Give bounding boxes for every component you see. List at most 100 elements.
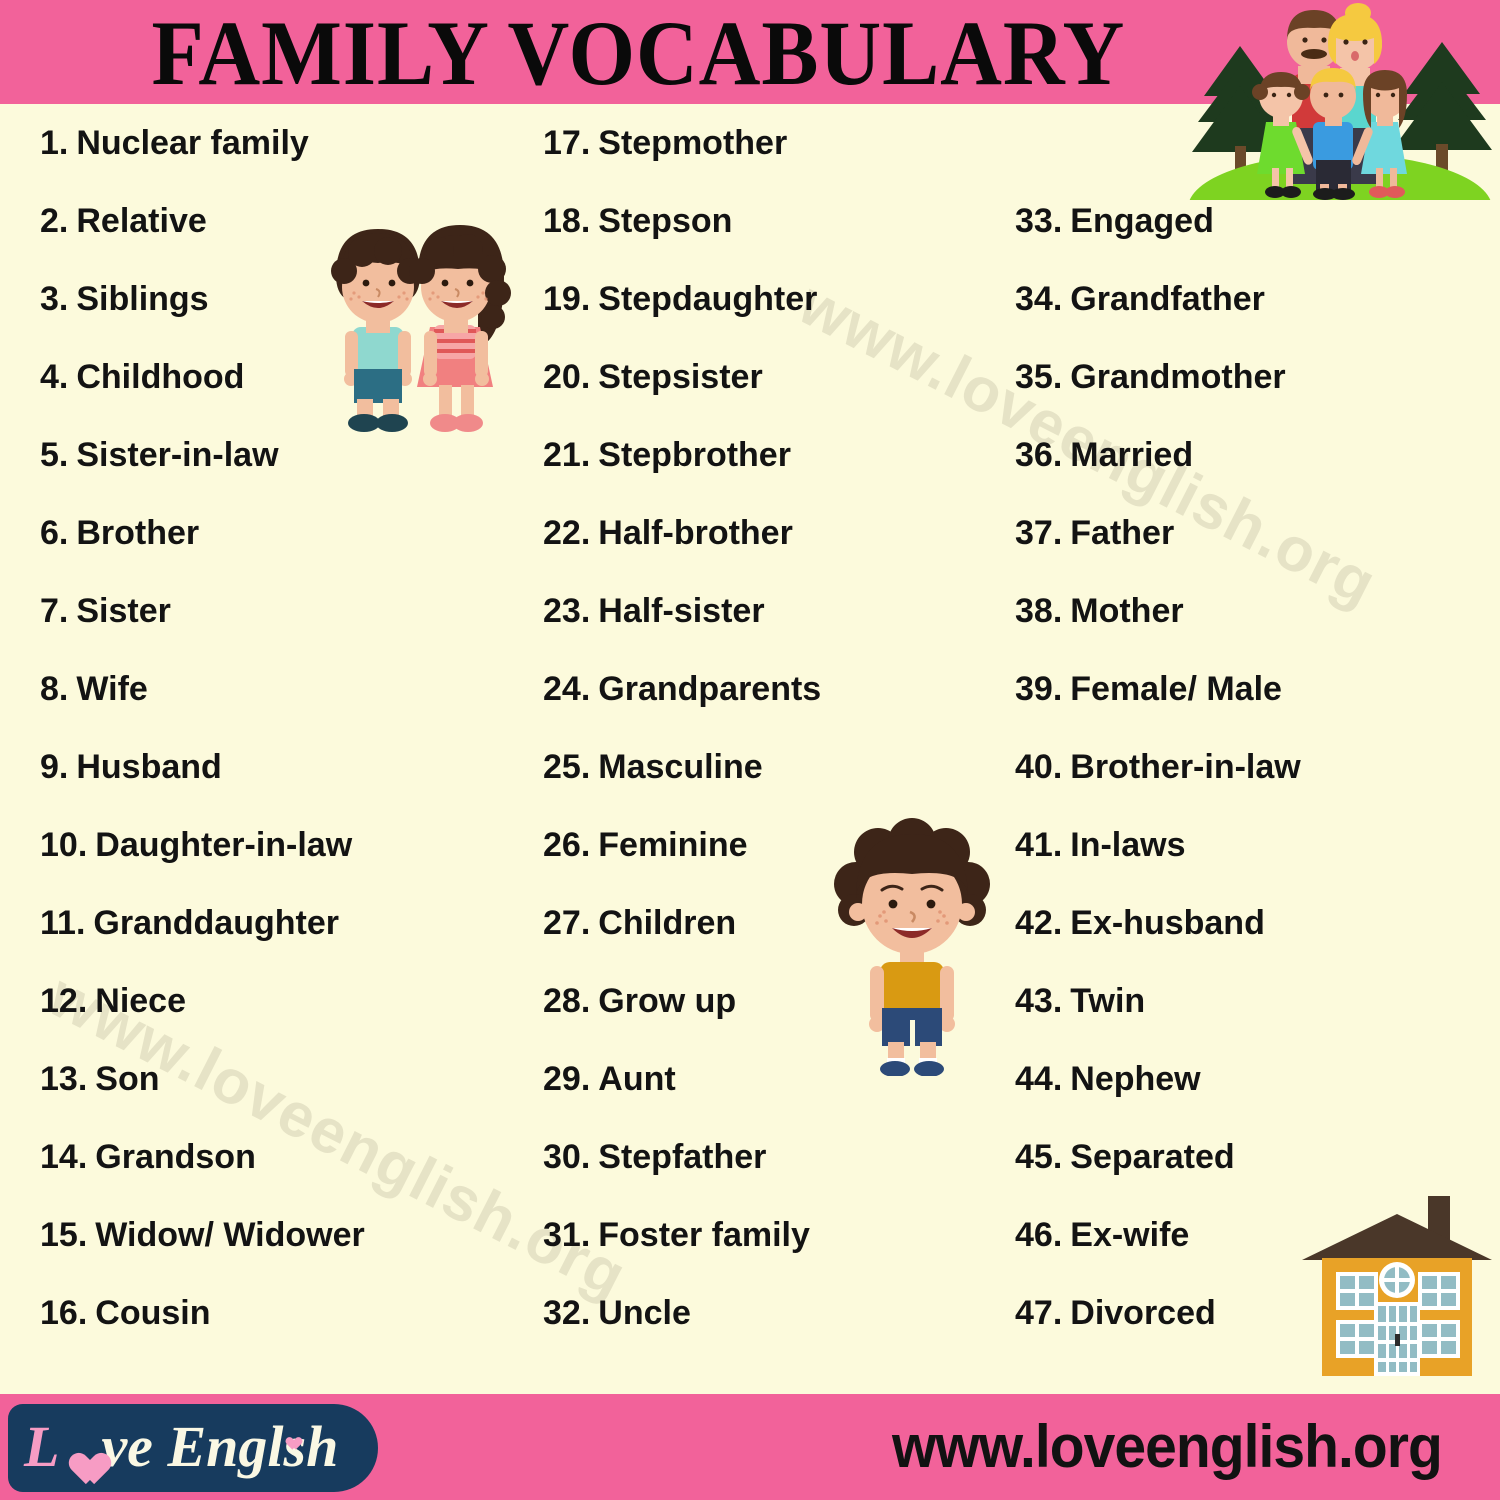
list-item: 24. Grandparents xyxy=(543,650,1003,728)
item-number: 36. xyxy=(1015,436,1063,474)
list-item: 1. Nuclear family xyxy=(40,104,530,182)
item-label: Cousin xyxy=(95,1294,211,1332)
list-item: 31. Foster family xyxy=(543,1196,1003,1274)
list-item: 35. Grandmother xyxy=(1015,338,1475,416)
item-label: Ex-wife xyxy=(1070,1216,1190,1254)
item-label: Ex-husband xyxy=(1070,904,1265,942)
item-label: Father xyxy=(1070,514,1175,552)
logo-word-english-head: Engl xyxy=(167,1414,284,1479)
item-number: 6. xyxy=(40,514,69,552)
item-label: Nephew xyxy=(1070,1060,1201,1098)
list-item: 5. Sister-in-law xyxy=(40,416,530,494)
list-item: 8. Wife xyxy=(40,650,530,728)
list-item: 38. Mother xyxy=(1015,572,1475,650)
item-number: 45. xyxy=(1015,1138,1063,1176)
item-label: Mother xyxy=(1070,592,1184,630)
item-label: Stepson xyxy=(598,202,733,240)
list-item: 15. Widow/ Widower xyxy=(40,1196,530,1274)
item-number: 34. xyxy=(1015,280,1063,318)
item-number: 1. xyxy=(40,124,69,162)
list-item: 33. Engaged xyxy=(1015,182,1475,260)
item-number: 47. xyxy=(1015,1294,1063,1332)
item-number: 7. xyxy=(40,592,69,630)
item-number: 10. xyxy=(40,826,88,864)
list-item: 13. Son xyxy=(40,1040,530,1118)
item-label: Daughter-in-law xyxy=(95,826,353,864)
item-number: 28. xyxy=(543,982,591,1020)
column-three: 33. Engaged 34. Grandfather 35. Grandmother… xyxy=(1015,104,1475,1352)
item-label: Stepmother xyxy=(598,124,788,162)
list-item: 23. Half-sister xyxy=(543,572,1003,650)
item-label: Brother-in-law xyxy=(1070,748,1301,786)
column-two: 17. Stepmother 18. Stepson 19. Stepdaughter… xyxy=(543,104,1003,1352)
item-number: 41. xyxy=(1015,826,1063,864)
item-number: 2. xyxy=(40,202,69,240)
list-item: 30. Stepfather xyxy=(543,1118,1003,1196)
item-number: 35. xyxy=(1015,358,1063,396)
list-item: 45. Separated xyxy=(1015,1118,1475,1196)
item-number: 31. xyxy=(543,1216,591,1254)
item-label: In-laws xyxy=(1070,826,1186,864)
item-number: 25. xyxy=(543,748,591,786)
item-number: 33. xyxy=(1015,202,1063,240)
item-number: 32. xyxy=(543,1294,591,1332)
item-number: 43. xyxy=(1015,982,1063,1020)
list-item: 14. Grandson xyxy=(40,1118,530,1196)
item-number: 27. xyxy=(543,904,591,942)
item-label: Siblings xyxy=(76,280,209,318)
item-label: Married xyxy=(1070,436,1194,474)
item-label: Son xyxy=(95,1060,160,1098)
list-item: 37. Father xyxy=(1015,494,1475,572)
item-number: 44. xyxy=(1015,1060,1063,1098)
item-number: 23. xyxy=(543,592,591,630)
item-label: Sister xyxy=(76,592,171,630)
list-item: 10. Daughter-in-law xyxy=(40,806,530,884)
item-number: 38. xyxy=(1015,592,1063,630)
item-number: 8. xyxy=(40,670,69,708)
list-item: 3. Siblings xyxy=(40,260,530,338)
item-number: 13. xyxy=(40,1060,88,1098)
item-number: 5. xyxy=(40,436,69,474)
list-item: 28. Grow up xyxy=(543,962,1003,1040)
item-number: 19. xyxy=(543,280,591,318)
item-label: Separated xyxy=(1070,1138,1235,1176)
item-number: 26. xyxy=(543,826,591,864)
love-english-logo[interactable]: Lve Englsh xyxy=(8,1404,378,1492)
item-number: 39. xyxy=(1015,670,1063,708)
list-item: 32. Uncle xyxy=(543,1274,1003,1352)
item-number: 16. xyxy=(40,1294,88,1332)
list-item: 20. Stepsister xyxy=(543,338,1003,416)
item-label: Granddaughter xyxy=(93,904,339,942)
list-item: 17. Stepmother xyxy=(543,104,1003,182)
heart-icon xyxy=(60,1434,100,1472)
list-item: 19. Stepdaughter xyxy=(543,260,1003,338)
item-number: 46. xyxy=(1015,1216,1063,1254)
list-item: 26. Feminine xyxy=(543,806,1003,884)
item-label: Female/ Male xyxy=(1070,670,1282,708)
list-item: 39. Female/ Male xyxy=(1015,650,1475,728)
logo-letter-l: L xyxy=(24,1414,60,1479)
footer-website-url[interactable]: www.loveenglish.org xyxy=(892,1408,1443,1486)
item-number: 14. xyxy=(40,1138,88,1176)
item-number: 17. xyxy=(543,124,591,162)
item-label: Brother xyxy=(76,514,200,552)
item-number: 3. xyxy=(40,280,69,318)
item-number: 21. xyxy=(543,436,591,474)
list-item: 40. Brother-in-law xyxy=(1015,728,1475,806)
list-item: 27. Children xyxy=(543,884,1003,962)
item-label: Nuclear family xyxy=(76,124,309,162)
item-number: 42. xyxy=(1015,904,1063,942)
item-label: Grandmother xyxy=(1070,358,1286,396)
list-item: 18. Stepson xyxy=(543,182,1003,260)
item-label: Widow/ Widower xyxy=(95,1216,365,1254)
item-label: Childhood xyxy=(76,358,245,396)
item-number: 12. xyxy=(40,982,88,1020)
item-label: Foster family xyxy=(598,1216,810,1254)
logo-wordmark: Lve Englsh xyxy=(24,1410,338,1484)
list-item: 47. Divorced xyxy=(1015,1274,1475,1352)
item-label: Grandparents xyxy=(598,670,822,708)
list-item: 34. Grandfather xyxy=(1015,260,1475,338)
item-number: 24. xyxy=(543,670,591,708)
item-label: Grow up xyxy=(598,982,737,1020)
item-label: Engaged xyxy=(1070,202,1214,240)
